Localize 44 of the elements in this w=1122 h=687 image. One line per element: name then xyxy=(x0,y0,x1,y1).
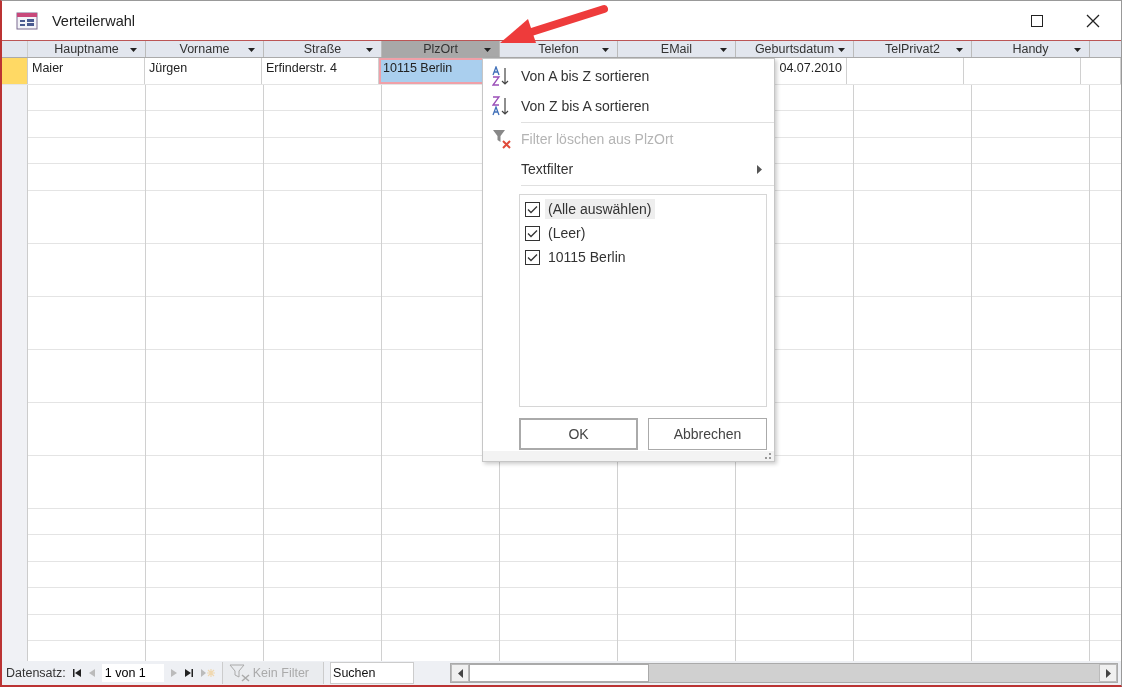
dropdown-arrow-icon[interactable] xyxy=(956,48,963,52)
value-list-item[interactable]: (Leer) xyxy=(520,221,766,245)
search-field[interactable]: Suchen xyxy=(330,662,415,684)
value-list-item[interactable]: 10115 Berlin xyxy=(520,245,766,269)
dropdown-arrow-icon[interactable] xyxy=(720,48,727,52)
value-list-item[interactable]: (Alle auswählen) xyxy=(520,197,766,221)
column-header[interactable]: TelPrivat2 xyxy=(854,41,972,57)
dropdown-arrow-icon[interactable] xyxy=(602,48,609,52)
column-header[interactable]: Geburtsdatum xyxy=(736,41,854,57)
dropdown-arrow-icon[interactable] xyxy=(838,48,845,52)
menu-item[interactable]: Von Z bis A sortieren xyxy=(483,91,774,121)
maximize-icon xyxy=(1031,14,1043,27)
dialog-button[interactable]: Abbrechen xyxy=(648,418,767,450)
column-header[interactable]: Handy xyxy=(972,41,1090,57)
scroll-right-icon[interactable] xyxy=(1105,668,1111,678)
column-header[interactable]: EMail xyxy=(618,41,736,57)
close-icon xyxy=(1086,13,1100,28)
menu-item[interactable]: Textfilter xyxy=(483,154,774,184)
dropdown-arrow-icon[interactable] xyxy=(484,48,491,52)
column-header[interactable]: PlzOrt xyxy=(382,41,500,57)
checkbox[interactable] xyxy=(525,225,540,241)
scroll-left-icon[interactable] xyxy=(457,668,463,678)
horizontal-scrollbar[interactable] xyxy=(450,663,1118,683)
dropdown-arrow-icon[interactable] xyxy=(1074,48,1081,52)
funnel-icon xyxy=(228,664,251,682)
submenu-arrow-icon xyxy=(757,164,762,174)
column-header[interactable]: Hauptname xyxy=(28,41,146,57)
first-record-icon[interactable] xyxy=(71,668,82,678)
record-label: Datensatz: xyxy=(6,666,66,680)
table-cell: Maier xyxy=(28,58,145,84)
record-number-field[interactable]: 1 von 1 xyxy=(101,664,164,682)
checkbox[interactable] xyxy=(525,201,540,217)
dropdown-arrow-icon[interactable] xyxy=(248,48,255,52)
last-record-icon[interactable] xyxy=(183,668,194,678)
window-title: Verteilerwahl xyxy=(52,12,135,29)
dropdown-arrow-icon[interactable] xyxy=(130,48,137,52)
form-icon xyxy=(16,11,38,30)
resize-grip-icon[interactable] xyxy=(765,453,771,459)
dropdown-arrow-icon[interactable] xyxy=(366,48,373,52)
clear-filter-icon xyxy=(492,129,512,149)
column-header[interactable]: Vorname xyxy=(146,41,264,57)
table-cell: Jürgen xyxy=(145,58,262,84)
dialog-button[interactable]: OK xyxy=(519,418,638,450)
checkbox[interactable] xyxy=(525,249,540,265)
